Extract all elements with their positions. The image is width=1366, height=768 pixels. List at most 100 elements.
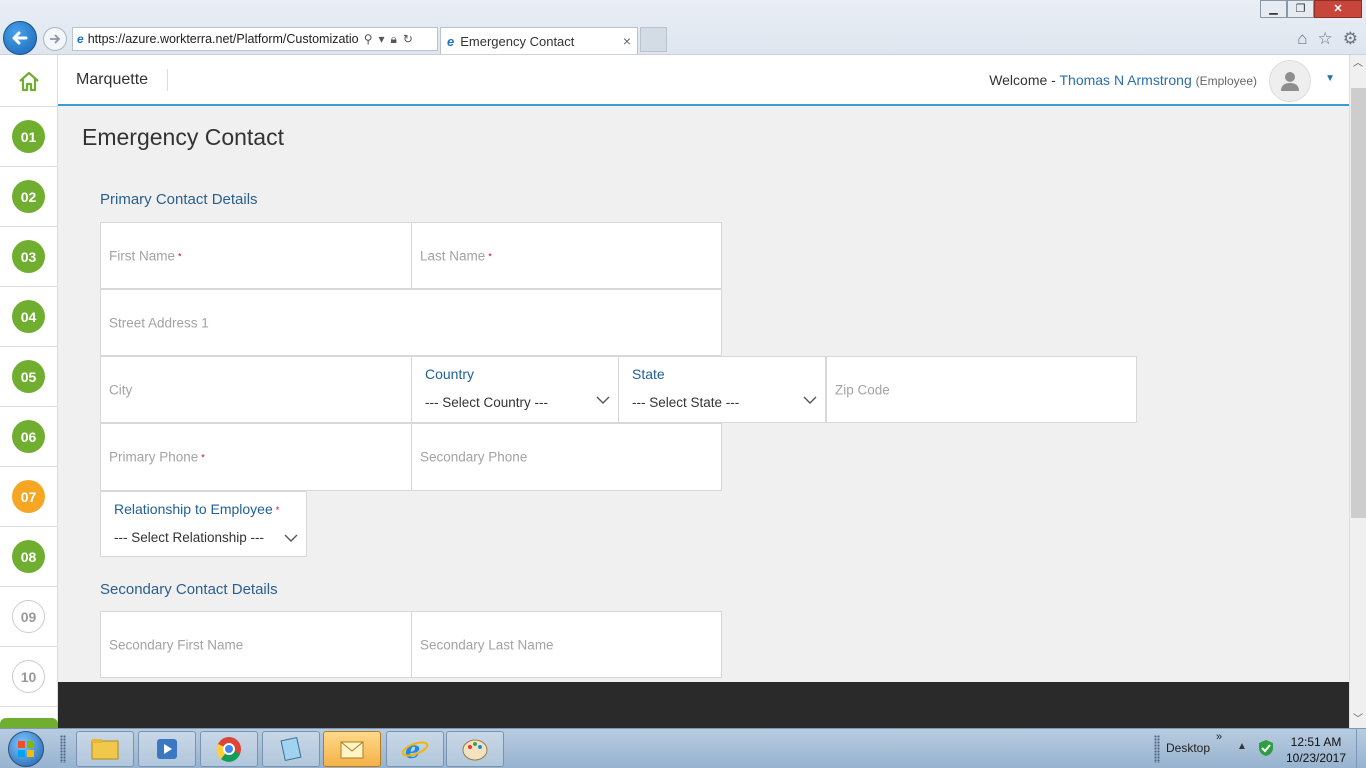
show-desktop-button[interactable] (1356, 729, 1366, 768)
taskbar-explorer[interactable] (76, 731, 134, 767)
forward-button[interactable] (43, 27, 67, 51)
secondary-last-name-input[interactable]: Secondary Last Name (411, 611, 722, 678)
secondary-first-name-input[interactable]: Secondary First Name (100, 611, 412, 678)
house-icon (18, 71, 39, 91)
search-icon[interactable]: ⚲ (364, 32, 373, 47)
secondary-last-name-placeholder: Secondary Last Name (420, 637, 554, 652)
back-button[interactable] (3, 21, 37, 55)
security-shield-icon[interactable] (1258, 739, 1274, 757)
country-value: --- Select Country --- (425, 395, 549, 410)
start-button[interactable] (8, 731, 44, 767)
lock-icon[interactable]: 🔒︎ (391, 32, 397, 47)
country-select[interactable]: Country --- Select Country --- (411, 356, 619, 423)
settings-gear-icon[interactable]: ⚙ (1343, 29, 1358, 49)
home-icon[interactable]: ⌂ (1297, 29, 1307, 49)
step-01[interactable]: 01 (0, 107, 57, 167)
step-06[interactable]: 06 (0, 407, 57, 467)
show-hidden-icons-icon[interactable]: ▲ (1237, 741, 1247, 752)
browser-tab-emergency-contact[interactable]: e Emergency Contact × (440, 27, 638, 54)
taskbar-chrome[interactable] (200, 731, 258, 767)
taskbar-internet-explorer[interactable]: e (386, 731, 444, 767)
zip-code-placeholder: Zip Code (835, 382, 890, 397)
user-role: (Employee) (1195, 74, 1257, 88)
primary-phone-input[interactable]: Primary Phone * (100, 423, 412, 491)
tab-title: Emergency Contact (460, 33, 575, 49)
step-number: 09 (12, 600, 45, 633)
chevron-down-icon (803, 396, 817, 404)
minimize-button[interactable]: ▁ (1260, 0, 1287, 18)
first-name-input[interactable]: First Name * (100, 222, 412, 289)
required-marker: * (275, 505, 280, 516)
scroll-up-arrow-icon[interactable]: ︿ (1350, 55, 1366, 72)
footer-bar (58, 682, 1349, 728)
desktop-toolbar-label[interactable]: Desktop (1166, 741, 1210, 755)
welcome-label: Welcome - (989, 72, 1056, 88)
main-content: Emergency Contact Primary Contact Detail… (58, 107, 1349, 680)
step-number: 10 (12, 660, 45, 693)
clock-time: 12:51 AM (1290, 735, 1342, 749)
chrome-icon (216, 737, 241, 762)
step-03[interactable]: 03 (0, 227, 57, 287)
scroll-down-arrow-icon[interactable]: ﹀ (1350, 711, 1366, 728)
window-controls: ▁ ❐ ✕ (1260, 0, 1362, 18)
tab-close-icon[interactable]: × (623, 33, 631, 49)
step-number: 02 (12, 180, 45, 213)
step-04[interactable]: 04 (0, 287, 57, 347)
step-number: 08 (12, 540, 45, 573)
home-link[interactable] (0, 55, 57, 107)
windows-logo-icon (18, 741, 34, 757)
toolbar-chevron-icon[interactable]: » (1216, 731, 1222, 743)
last-name-input[interactable]: Last Name * (411, 222, 722, 289)
rail-bottom-tab[interactable] (0, 718, 58, 728)
dropdown-icon[interactable]: ▾ (378, 32, 384, 47)
system-clock[interactable]: 12:51 AM 10/23/2017 (1284, 734, 1348, 766)
chevron-down-icon (596, 396, 610, 404)
secondary-phone-input[interactable]: Secondary Phone (411, 423, 722, 491)
street-address-input[interactable]: Street Address 1 (100, 289, 722, 356)
paint-palette-icon (462, 739, 488, 761)
ie-page-icon: e (77, 32, 84, 46)
step-number: 03 (12, 240, 45, 273)
step-08[interactable]: 08 (0, 527, 57, 587)
user-name-link[interactable]: Thomas N Armstrong (1059, 72, 1191, 88)
state-select[interactable]: State --- Select State --- (618, 356, 826, 423)
relationship-select[interactable]: Relationship to Employee * --- Select Rel… (100, 491, 307, 557)
city-placeholder: City (109, 382, 133, 397)
browser-icons: ⌂ ☆ ⚙ (1297, 29, 1358, 49)
country-label: Country (425, 366, 475, 382)
zip-code-input[interactable]: Zip Code (826, 356, 1137, 423)
state-label: State (632, 366, 665, 382)
refresh-icon[interactable]: ↻ (403, 32, 413, 47)
chevron-down-icon (284, 534, 298, 542)
taskbar-outlook[interactable] (323, 731, 381, 767)
user-menu-caret-icon[interactable]: ▼ (1325, 73, 1335, 84)
ie-tab-icon: e (447, 33, 455, 49)
taskbar-notepad[interactable] (262, 731, 320, 767)
favorites-star-icon[interactable]: ☆ (1318, 29, 1333, 49)
address-bar[interactable]: e https://azure.workterra.net/Platform/C… (72, 27, 438, 51)
notepad-icon (280, 736, 302, 762)
page-scrollbar[interactable]: ︿ ﹀ (1349, 55, 1366, 728)
step-10[interactable]: 10 (0, 647, 57, 707)
scroll-thumb[interactable] (1351, 88, 1366, 518)
brand-name: Marquette (76, 71, 149, 88)
taskbar-paint[interactable] (446, 731, 504, 767)
step-05[interactable]: 05 (0, 347, 57, 407)
step-09[interactable]: 09 (0, 587, 57, 647)
step-number: 01 (12, 120, 45, 153)
avatar[interactable] (1269, 60, 1311, 102)
close-window-button[interactable]: ✕ (1314, 0, 1362, 18)
relationship-value: --- Select Relationship --- (114, 530, 265, 545)
taskbar-media-player[interactable] (138, 731, 196, 767)
new-tab-button[interactable] (640, 27, 667, 52)
primary-phone-placeholder: Primary Phone * (109, 449, 205, 465)
city-input[interactable]: City (100, 356, 412, 423)
restore-button[interactable]: ❐ (1287, 0, 1314, 18)
user-silhouette-icon (1281, 72, 1299, 91)
secondary-first-name-placeholder: Secondary First Name (109, 637, 244, 652)
relationship-label: Relationship to Employee * (114, 501, 280, 517)
step-02[interactable]: 02 (0, 167, 57, 227)
secondary-phone-placeholder: Secondary Phone (420, 449, 528, 465)
step-07[interactable]: 07 (0, 467, 57, 527)
windows-taskbar: e Desktop » ▲ 12:51 AM 10/23/2017 (0, 728, 1366, 768)
